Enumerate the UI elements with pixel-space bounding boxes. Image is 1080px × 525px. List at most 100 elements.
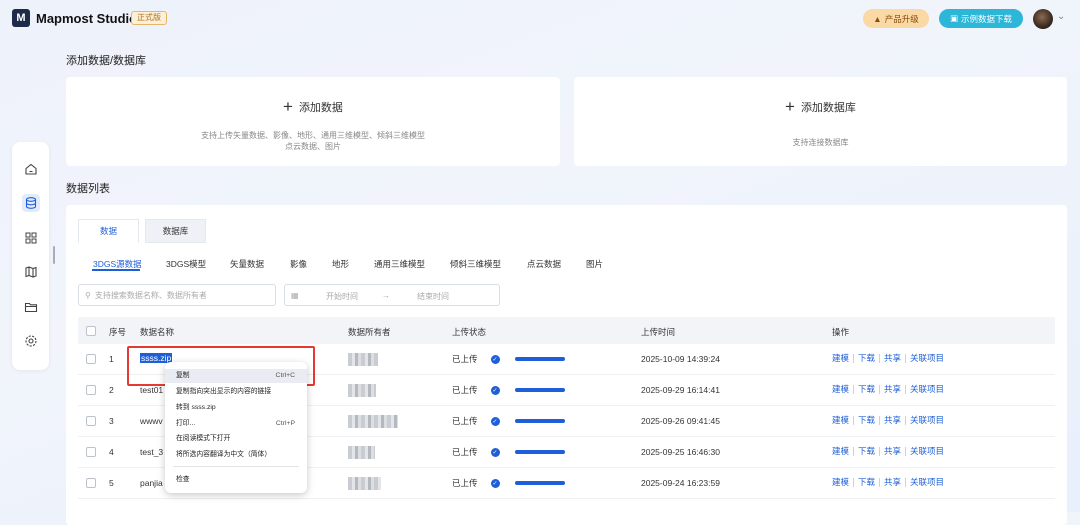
header-ops: 操作: [832, 327, 850, 337]
download-link[interactable]: 下载: [853, 478, 879, 487]
subtab-point-cloud[interactable]: 点云数据: [527, 258, 561, 270]
share-link[interactable]: 共享: [879, 478, 905, 487]
home-icon[interactable]: [22, 160, 40, 178]
owner-pixelated: [348, 446, 375, 459]
menu-item-label: 复制指向突出显示的内容的链接: [176, 388, 272, 395]
select-all-checkbox[interactable]: [86, 326, 96, 336]
share-link[interactable]: 共享: [879, 416, 905, 425]
menu-item-shortcut: Ctrl+C: [275, 372, 295, 379]
status-text: 已上传: [452, 478, 478, 488]
grid-icon[interactable]: [22, 229, 40, 247]
subtab-image[interactable]: 图片: [586, 258, 603, 270]
model-link[interactable]: 建模: [832, 447, 853, 456]
sample-download-label: 示例数据下载: [961, 13, 1013, 24]
check-circle-icon: ✓: [490, 416, 500, 426]
menu-item-print[interactable]: 打印... Ctrl+P: [165, 417, 307, 431]
row-checkbox[interactable]: [86, 447, 96, 457]
upload-time: 2025-09-26 09:41:45: [641, 416, 720, 426]
edition-badge: 正式版: [131, 11, 167, 25]
progress-fill: [514, 419, 565, 423]
subtab-imagery[interactable]: 影像: [290, 258, 307, 270]
download-box-icon: ▣: [949, 13, 958, 23]
folder-icon[interactable]: [22, 298, 40, 316]
share-link[interactable]: 共享: [879, 385, 905, 394]
model-link[interactable]: 建模: [832, 416, 853, 425]
progress-bar: [514, 357, 565, 361]
map-icon[interactable]: [22, 263, 40, 281]
date-range-picker[interactable]: ▦ 开始时间 → 结束时间: [284, 284, 500, 306]
link-project-link[interactable]: 关联项目: [905, 416, 948, 425]
table-header: 序号 数据名称 数据所有者 上传状态 上传时间 操作: [78, 317, 1055, 344]
subtab-vector[interactable]: 矢量数据: [230, 258, 264, 270]
context-menu: 复制 Ctrl+C 复制指向突出显示的内容的链接 转到 ssss.zip 打印.…: [165, 362, 307, 493]
calendar-icon: ▦: [291, 291, 299, 300]
share-link[interactable]: 共享: [879, 447, 905, 456]
row-name[interactable]: test01: [140, 385, 163, 395]
upgrade-button[interactable]: ▲ 产品升级: [863, 9, 929, 28]
sample-download-button[interactable]: ▣ 示例数据下载: [939, 9, 1023, 28]
menu-item-goto[interactable]: 转到 ssss.zip: [165, 401, 307, 415]
model-link[interactable]: 建模: [832, 385, 853, 394]
subtab-terrain[interactable]: 地形: [332, 258, 349, 270]
row-actions: 建模 下载 共享 关联项目: [832, 385, 948, 394]
progress-fill: [514, 357, 565, 361]
row-name[interactable]: wwwv: [140, 416, 163, 426]
subtab-oblique-3d[interactable]: 倾斜三维模型: [450, 258, 501, 270]
menu-item-label: 检查: [176, 476, 190, 483]
download-link[interactable]: 下载: [853, 354, 879, 363]
menu-item-copy[interactable]: 复制 Ctrl+C: [165, 369, 307, 383]
menu-item-reading-mode[interactable]: 在阅读模式下打开: [165, 432, 307, 446]
link-project-link[interactable]: 关联项目: [905, 447, 948, 456]
model-link[interactable]: 建模: [832, 478, 853, 487]
subtab-3dgs-model[interactable]: 3DGS模型: [166, 258, 206, 270]
header-time: 上传时间: [641, 327, 676, 337]
menu-item-inspect[interactable]: 检查: [165, 473, 307, 487]
download-link[interactable]: 下载: [853, 385, 879, 394]
progress-fill: [514, 388, 565, 392]
search-icon: ⚲: [85, 290, 91, 300]
upload-status: 已上传 ✓: [452, 415, 565, 427]
chevron-down-icon[interactable]: ⌄: [1057, 11, 1065, 22]
subtab-general-3d[interactable]: 通用三维模型: [374, 258, 425, 270]
menu-item-copy-link[interactable]: 复制指向突出显示的内容的链接: [165, 385, 307, 399]
header-status: 上传状态: [452, 327, 487, 337]
row-name[interactable]: test_3: [140, 447, 163, 457]
date-start[interactable]: 开始时间: [326, 291, 358, 302]
database-icon[interactable]: [22, 194, 40, 212]
mapmost-logo[interactable]: M: [12, 9, 30, 27]
row-actions: 建模 下载 共享 关联项目: [832, 416, 948, 425]
add-data-card[interactable]: + 添加数据 支持上传矢量数据、影像、地形、通用三维模型、倾斜三维模型 点云数据…: [66, 77, 560, 166]
row-name[interactable]: panjia: [140, 478, 163, 488]
add-data-button[interactable]: + 添加数据: [283, 97, 343, 116]
add-database-card[interactable]: + 添加数据库 支持连接数据库: [574, 77, 1067, 166]
settings-icon[interactable]: [22, 332, 40, 350]
menu-item-translate[interactable]: 将所选内容翻译为中文（简体）: [165, 448, 307, 462]
row-checkbox[interactable]: [86, 354, 96, 364]
download-link[interactable]: 下载: [853, 416, 879, 425]
avatar[interactable]: [1033, 9, 1053, 29]
tab-data[interactable]: 数据: [78, 219, 139, 243]
share-link[interactable]: 共享: [879, 354, 905, 363]
download-link[interactable]: 下载: [853, 447, 879, 456]
link-project-link[interactable]: 关联项目: [905, 385, 948, 394]
sidebar-collapse-handle[interactable]: [53, 246, 55, 264]
search-input[interactable]: ⚲ 支持搜索数据名称、数据所有者: [78, 284, 276, 306]
row-index: 3: [109, 416, 114, 426]
plus-icon: +: [283, 97, 293, 116]
add-database-label: 添加数据库: [800, 102, 856, 114]
menu-item-label: 打印...: [176, 420, 196, 427]
date-end[interactable]: 结束时间: [417, 291, 449, 302]
date-arrow-icon: →: [382, 291, 390, 300]
row-checkbox[interactable]: [86, 385, 96, 395]
row-checkbox[interactable]: [86, 416, 96, 426]
link-project-link[interactable]: 关联项目: [905, 354, 948, 363]
add-database-button[interactable]: + 添加数据库: [785, 98, 856, 115]
rocket-icon: ▲: [873, 13, 882, 24]
add-data-desc-line1: 支持上传矢量数据、影像、地形、通用三维模型、倾斜三维模型: [201, 131, 425, 140]
row-checkbox[interactable]: [86, 478, 96, 488]
model-link[interactable]: 建模: [832, 354, 853, 363]
tab-database[interactable]: 数据库: [145, 219, 206, 243]
link-project-link[interactable]: 关联项目: [905, 478, 948, 487]
progress-bar: [514, 481, 565, 485]
menu-divider: [173, 466, 299, 467]
